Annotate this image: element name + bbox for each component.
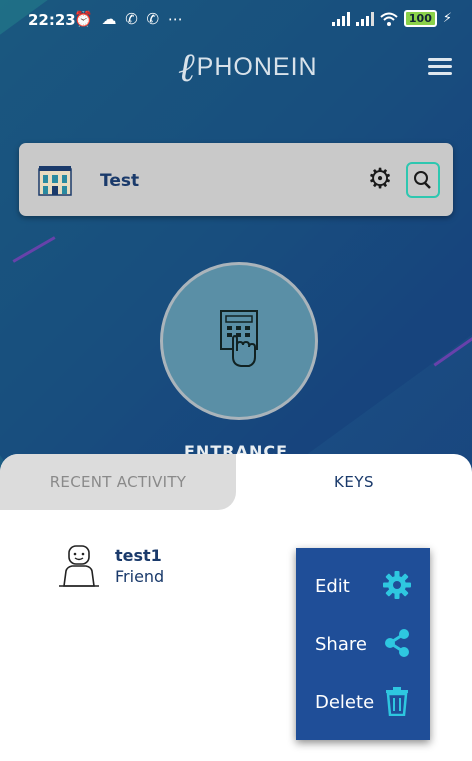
app-logo: ℓ PHONEIN [178, 44, 318, 91]
menu-item-label: Edit [315, 576, 350, 597]
key-user-role: Friend [115, 567, 165, 586]
key-context-menu: Edit Share Delete [296, 548, 430, 740]
keypad-hand-icon [220, 310, 258, 367]
tab-recent-activity[interactable]: RECENT ACTIVITY [0, 454, 236, 510]
hamburger-menu-icon[interactable] [428, 58, 452, 76]
wifi-icon [380, 12, 398, 26]
charging-icon: ⚡ [442, 11, 452, 26]
menu-item-label: Share [315, 634, 367, 655]
search-button[interactable] [406, 162, 440, 198]
site-name: Test [100, 171, 140, 191]
status-bar: 22:23 ⏰ ☁ ✆ ✆ ⋯ 100 ⚡ [0, 0, 472, 40]
menu-item-edit[interactable]: Edit [296, 558, 430, 616]
logo-text: PHONEIN [196, 52, 318, 81]
user-avatar-icon [59, 545, 99, 587]
menu-item-share[interactable]: Share [296, 616, 430, 674]
settings-gear-icon[interactable]: ⚙ [365, 164, 395, 194]
key-user-name: test1 [115, 546, 162, 565]
signal-icon [331, 11, 350, 26]
status-time: 22:23 [28, 11, 76, 29]
status-system-icons: 100 ⚡ [331, 10, 452, 27]
menu-item-label: Delete [315, 692, 375, 713]
menu-item-delete[interactable]: Delete [296, 674, 430, 732]
tab-keys[interactable]: KEYS [236, 454, 472, 510]
search-icon [414, 171, 431, 189]
building-icon [38, 166, 72, 196]
battery-indicator: 100 [403, 10, 437, 27]
signal-icon [355, 11, 374, 26]
trash-icon [386, 687, 408, 716]
logo-mark-icon: ℓ [178, 44, 195, 91]
gear-icon [383, 571, 411, 599]
status-notification-icons: ⏰ ☁ ✆ ✆ ⋯ [74, 10, 185, 28]
entrance-open-button[interactable] [160, 262, 318, 420]
share-icon [385, 629, 409, 657]
site-selector-card[interactable]: Test ⚙ [19, 143, 453, 216]
